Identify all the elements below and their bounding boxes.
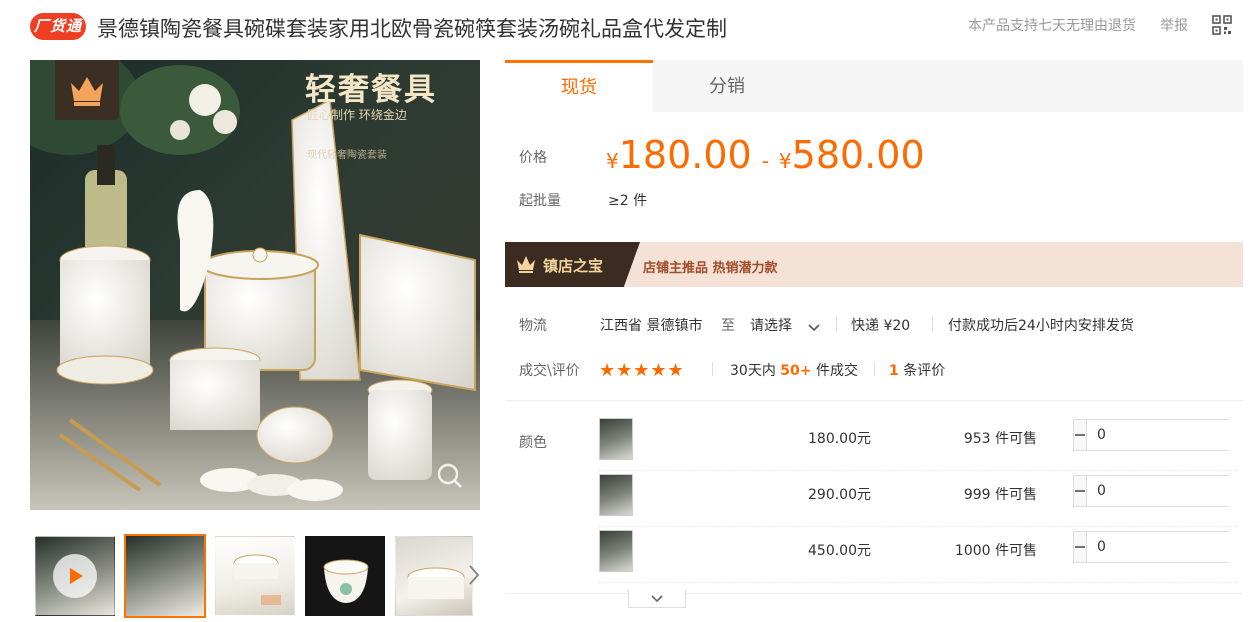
sku-stock: 999 件可售	[963, 487, 1037, 503]
thumbnail-image-3[interactable]	[305, 536, 385, 616]
section-divider	[505, 593, 1243, 594]
store-logo	[55, 60, 119, 120]
quantity-stepper	[1073, 419, 1252, 451]
minus-icon	[1075, 490, 1085, 492]
decrease-button[interactable]	[1074, 532, 1086, 562]
currency-symbol: ¥	[778, 149, 792, 173]
page-header: 厂货通 景德镇陶瓷餐具碗碟套装家用北欧骨瓷碗筷套装汤碗礼品盒代发定制 本产品支持…	[0, 0, 1252, 54]
divider	[932, 317, 933, 331]
sku-price: 290.00元	[808, 487, 871, 503]
price-min: 180.00	[618, 133, 752, 177]
thumbnail-image-4[interactable]	[395, 536, 473, 616]
chevron-down-icon[interactable]	[808, 318, 820, 337]
return-policy-text: 本产品支持七天无理由退货	[968, 18, 1136, 34]
logistics-label: 物流	[519, 318, 547, 334]
featured-banner: 镇店之宝 店铺主推品 热销潜力款	[505, 242, 1243, 287]
review-summary[interactable]: 1 条评价	[889, 360, 945, 380]
sku-thumbnail[interactable]	[599, 418, 633, 460]
thumbnail-video[interactable]	[35, 536, 115, 616]
image-subline-2: 现代轻奢陶瓷套装	[307, 150, 387, 161]
dispatch-time: 付款成功后24小时内安排发货	[948, 318, 1134, 334]
quantity-input[interactable]	[1086, 532, 1252, 562]
price-max: 580.00	[791, 133, 925, 177]
zoom-icon[interactable]	[436, 462, 464, 494]
factory-badge: 厂货通	[30, 13, 86, 40]
image-headline: 轻奢餐具	[305, 72, 437, 108]
quantity-input[interactable]	[1086, 420, 1252, 450]
price-range: ¥ 180.00 - ¥ 580.00	[606, 133, 925, 177]
minus-icon	[1075, 434, 1085, 436]
sku-row: 290.00元 999 件可售	[597, 470, 1252, 527]
tab-spot-stock[interactable]: 现货	[505, 60, 653, 112]
expand-sku-button[interactable]	[628, 590, 686, 608]
sales-summary: 30天内 50+ 件成交	[730, 360, 858, 380]
quantity-stepper	[1073, 475, 1252, 507]
tab-distribution[interactable]: 分销	[653, 60, 801, 112]
review-count: 1	[889, 363, 899, 379]
color-label: 颜色	[519, 435, 547, 451]
rating-stars: ★★★★★	[599, 360, 685, 381]
min-order-value: ≥2 件	[608, 193, 648, 209]
decrease-button[interactable]	[1074, 420, 1086, 450]
banner-text: 店铺主推品 热销潜力款	[643, 261, 778, 276]
product-title: 景德镇陶瓷餐具碗碟套装家用北欧骨瓷碗筷套装汤碗礼品盒代发定制	[97, 17, 727, 41]
price-label: 价格	[519, 150, 547, 166]
sales-prefix: 30天内	[730, 363, 776, 379]
sku-thumbnail[interactable]	[599, 530, 633, 572]
quantity-input[interactable]	[1086, 476, 1252, 506]
divider	[874, 362, 875, 376]
decrease-button[interactable]	[1074, 476, 1086, 506]
logistics-to: 至	[721, 318, 735, 334]
qr-code-icon[interactable]	[1212, 15, 1232, 35]
sku-thumbnail[interactable]	[599, 474, 633, 516]
sku-row: 180.00元 953 件可售	[597, 414, 1252, 471]
section-divider	[505, 400, 1243, 401]
sku-stock: 953 件可售	[963, 431, 1037, 447]
banner-badge: 镇店之宝	[505, 242, 640, 287]
crown-icon	[515, 254, 537, 278]
sales-count: 50+	[780, 363, 812, 379]
sku-price: 450.00元	[808, 543, 871, 559]
sales-suffix: 件成交	[815, 363, 858, 379]
logistics-origin: 江西省 景德镇市	[600, 318, 703, 334]
thumbnail-next-icon[interactable]	[468, 564, 480, 590]
quantity-stepper	[1073, 531, 1252, 563]
main-product-image[interactable]: 轻奢餐具 匠心制作 环绕金边 现代轻奢陶瓷套装	[30, 60, 480, 510]
currency-symbol: ¥	[606, 149, 619, 173]
reviews-label: 成交\评价	[519, 363, 580, 379]
minus-icon	[1075, 546, 1085, 548]
banner-title: 镇店之宝	[543, 257, 604, 275]
stock-tabs: 现货 分销	[505, 60, 1243, 112]
play-icon	[53, 554, 97, 598]
destination-select[interactable]: 请选择	[750, 315, 792, 335]
divider	[836, 317, 837, 331]
sku-price: 180.00元	[808, 431, 871, 447]
min-order-label: 起批量	[519, 193, 561, 209]
image-subline: 匠心制作 环绕金边	[307, 108, 407, 122]
thumbnail-strip	[30, 534, 482, 618]
chevron-down-icon	[651, 594, 663, 602]
review-suffix: 条评价	[903, 363, 946, 379]
report-link[interactable]: 举报	[1160, 15, 1188, 35]
divider	[712, 362, 713, 376]
thumbnail-image-2[interactable]	[215, 536, 295, 616]
sku-row: 450.00元 1000 件可售	[597, 526, 1252, 583]
product-photo	[30, 60, 480, 510]
thumbnail-image-1[interactable]	[124, 534, 206, 618]
sku-stock: 1000 件可售	[954, 543, 1037, 559]
price-separator: -	[761, 149, 769, 173]
shipping-fee: 快递 ¥20	[851, 318, 911, 334]
header-actions: 本产品支持七天无理由退货 举报	[968, 15, 1232, 35]
